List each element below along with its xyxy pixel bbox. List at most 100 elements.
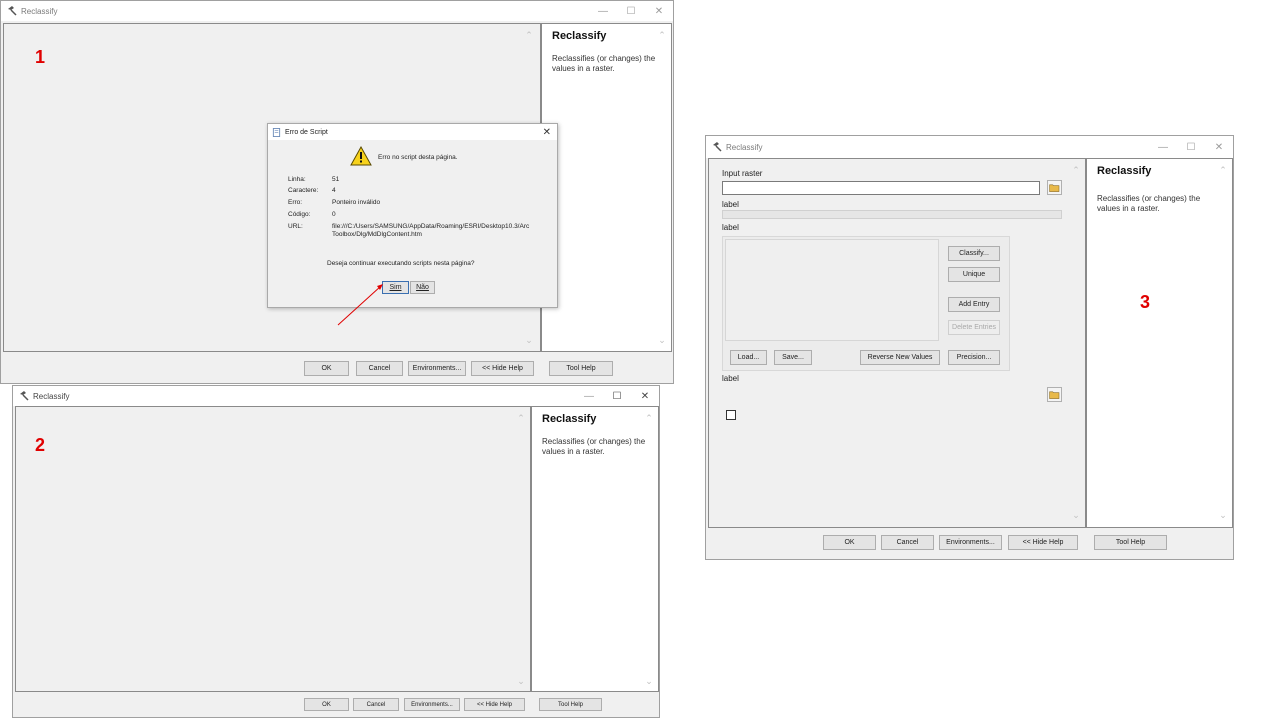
chevron-down-icon[interactable]: ⌄ <box>1072 510 1080 521</box>
hammer-icon <box>20 391 29 401</box>
save-button[interactable]: Save... <box>774 350 812 365</box>
maximize-button[interactable]: ☐ <box>617 1 645 21</box>
ok-button[interactable]: OK <box>304 361 349 376</box>
chevron-up-icon[interactable]: ⌃ <box>1072 165 1080 176</box>
annotation-label-2: 2 <box>35 435 46 455</box>
classify-button[interactable]: Classify... <box>948 246 1000 261</box>
chevron-down-icon[interactable]: ⌄ <box>517 676 525 687</box>
title-bar[interactable]: Reclassify — ☐ ✕ <box>1 1 673 21</box>
reclassify-window-3: Reclassify — ☐ ✕ Input raster label labe… <box>705 135 1234 560</box>
error-message: Erro no script desta página. <box>378 154 458 161</box>
output-raster-label: label <box>722 374 739 383</box>
help-title: Reclassify <box>552 30 607 42</box>
delete-entries-button[interactable]: Delete Entries <box>948 320 1000 335</box>
reclassification-label: label <box>722 223 739 232</box>
continue-question: Deseja continuar executando scripts nest… <box>327 260 475 267</box>
help-scrollbar[interactable]: ⌃ ⌄ <box>642 413 656 687</box>
maximize-button[interactable]: ☐ <box>1177 137 1205 157</box>
chevron-down-icon[interactable]: ⌄ <box>1219 510 1227 521</box>
help-description: Reclassifies (or changes) the values in … <box>542 437 646 456</box>
help-description: Reclassifies (or changes) the values in … <box>552 54 656 73</box>
help-pane: Reclassify Reclassifies (or changes) the… <box>531 406 659 692</box>
input-raster-label: Input raster <box>722 169 763 178</box>
field-value: 51 <box>332 176 340 183</box>
page-icon <box>272 127 281 137</box>
chevron-up-icon[interactable]: ⌃ <box>517 413 525 424</box>
vertical-scrollbar[interactable]: ⌃ ⌄ <box>1069 165 1083 521</box>
tool-help-button[interactable]: Tool Help <box>1094 535 1167 550</box>
hammer-icon <box>8 6 17 16</box>
close-button[interactable]: ✕ <box>1205 137 1233 157</box>
reclassify-window-2: Reclassify — ☐ ✕ ⌃ ⌄ Reclassify Reclassi… <box>12 385 660 718</box>
minimize-button[interactable]: — <box>575 386 603 406</box>
chevron-up-icon[interactable]: ⌃ <box>525 30 533 41</box>
chevron-down-icon[interactable]: ⌄ <box>525 335 533 346</box>
title-bar[interactable]: Reclassify — ☐ ✕ <box>13 386 659 406</box>
no-button[interactable]: Não <box>410 281 435 294</box>
help-scrollbar[interactable]: ⌃ ⌄ <box>655 30 669 346</box>
dialog-close-button[interactable]: ✕ <box>543 127 551 138</box>
environments-button[interactable]: Environments... <box>939 535 1002 550</box>
nodata-checkbox[interactable] <box>726 410 736 420</box>
help-title: Reclassify <box>1097 165 1152 177</box>
script-error-dialog: Erro de Script ✕ Erro no script desta pá… <box>267 123 558 308</box>
help-pane: Reclassify Reclassifies (or changes) the… <box>541 23 672 352</box>
tool-help-button[interactable]: Tool Help <box>539 698 602 711</box>
window-title: Reclassify <box>21 6 58 16</box>
chevron-up-icon[interactable]: ⌃ <box>658 30 666 41</box>
ok-button[interactable]: OK <box>304 698 349 711</box>
field-key: Código: <box>288 211 311 218</box>
parameters-pane: ⌃ ⌄ <box>15 406 531 692</box>
cancel-button[interactable]: Cancel <box>881 535 934 550</box>
annotation-label-3: 3 <box>1140 292 1151 312</box>
unique-button[interactable]: Unique <box>948 267 1000 282</box>
precision-button[interactable]: Precision... <box>948 350 1000 365</box>
field-key: Caractere: <box>288 187 319 194</box>
folder-open-icon[interactable] <box>1047 387 1062 402</box>
help-scrollbar[interactable]: ⌃ ⌄ <box>1216 165 1230 521</box>
environments-button[interactable]: Environments... <box>408 361 466 376</box>
reclass-field-dropdown[interactable] <box>722 210 1062 219</box>
title-bar[interactable]: Reclassify — ☐ ✕ <box>706 136 1233 158</box>
close-button[interactable]: ✕ <box>645 1 673 21</box>
annotation-label-1: 1 <box>35 47 46 67</box>
field-key: Erro: <box>288 199 303 206</box>
chevron-down-icon[interactable]: ⌄ <box>658 335 666 346</box>
window-title: Reclassify <box>726 142 763 152</box>
chevron-up-icon[interactable]: ⌃ <box>1219 165 1227 176</box>
field-value: Ponteiro inválido <box>332 199 381 206</box>
minimize-button[interactable]: — <box>589 1 617 21</box>
window-title: Reclassify <box>33 391 70 401</box>
field-value: 0 <box>332 211 336 218</box>
chevron-down-icon[interactable]: ⌄ <box>645 676 653 687</box>
cancel-button[interactable]: Cancel <box>353 698 399 711</box>
cancel-button[interactable]: Cancel <box>356 361 403 376</box>
dialog-title: Erro de Script <box>285 128 328 136</box>
input-raster-field[interactable] <box>722 181 1040 195</box>
load-button[interactable]: Load... <box>730 350 767 365</box>
yes-button[interactable]: Sim <box>382 281 409 294</box>
reclass-table[interactable] <box>725 239 939 341</box>
field-key: Linha: <box>288 176 306 183</box>
folder-open-icon[interactable] <box>1047 180 1062 195</box>
vertical-scrollbar[interactable]: ⌃ ⌄ <box>514 413 528 687</box>
help-description: Reclassifies (or changes) the values in … <box>1097 194 1201 213</box>
environments-button[interactable]: Environments... <box>404 698 460 711</box>
add-entry-button[interactable]: Add Entry <box>948 297 1000 312</box>
ok-button[interactable]: OK <box>823 535 876 550</box>
hammer-icon <box>713 142 722 152</box>
field-key: URL: <box>288 223 303 230</box>
url-value: file:///C:/Users/SAMSUNG/AppData/Roaming… <box>332 223 530 238</box>
hide-help-button[interactable]: << Hide Help <box>1008 535 1078 550</box>
hide-help-button[interactable]: << Hide Help <box>471 361 534 376</box>
tool-help-button[interactable]: Tool Help <box>549 361 613 376</box>
parameters-pane: Input raster label label Classify... Uni… <box>708 158 1086 528</box>
close-button[interactable]: ✕ <box>631 386 659 406</box>
hide-help-button[interactable]: << Hide Help <box>464 698 525 711</box>
maximize-button[interactable]: ☐ <box>603 386 631 406</box>
warning-icon <box>350 146 372 166</box>
chevron-up-icon[interactable]: ⌃ <box>645 413 653 424</box>
dialog-title-bar[interactable]: Erro de Script ✕ <box>268 124 557 140</box>
minimize-button[interactable]: — <box>1149 137 1177 157</box>
reverse-new-values-button[interactable]: Reverse New Values <box>860 350 940 365</box>
